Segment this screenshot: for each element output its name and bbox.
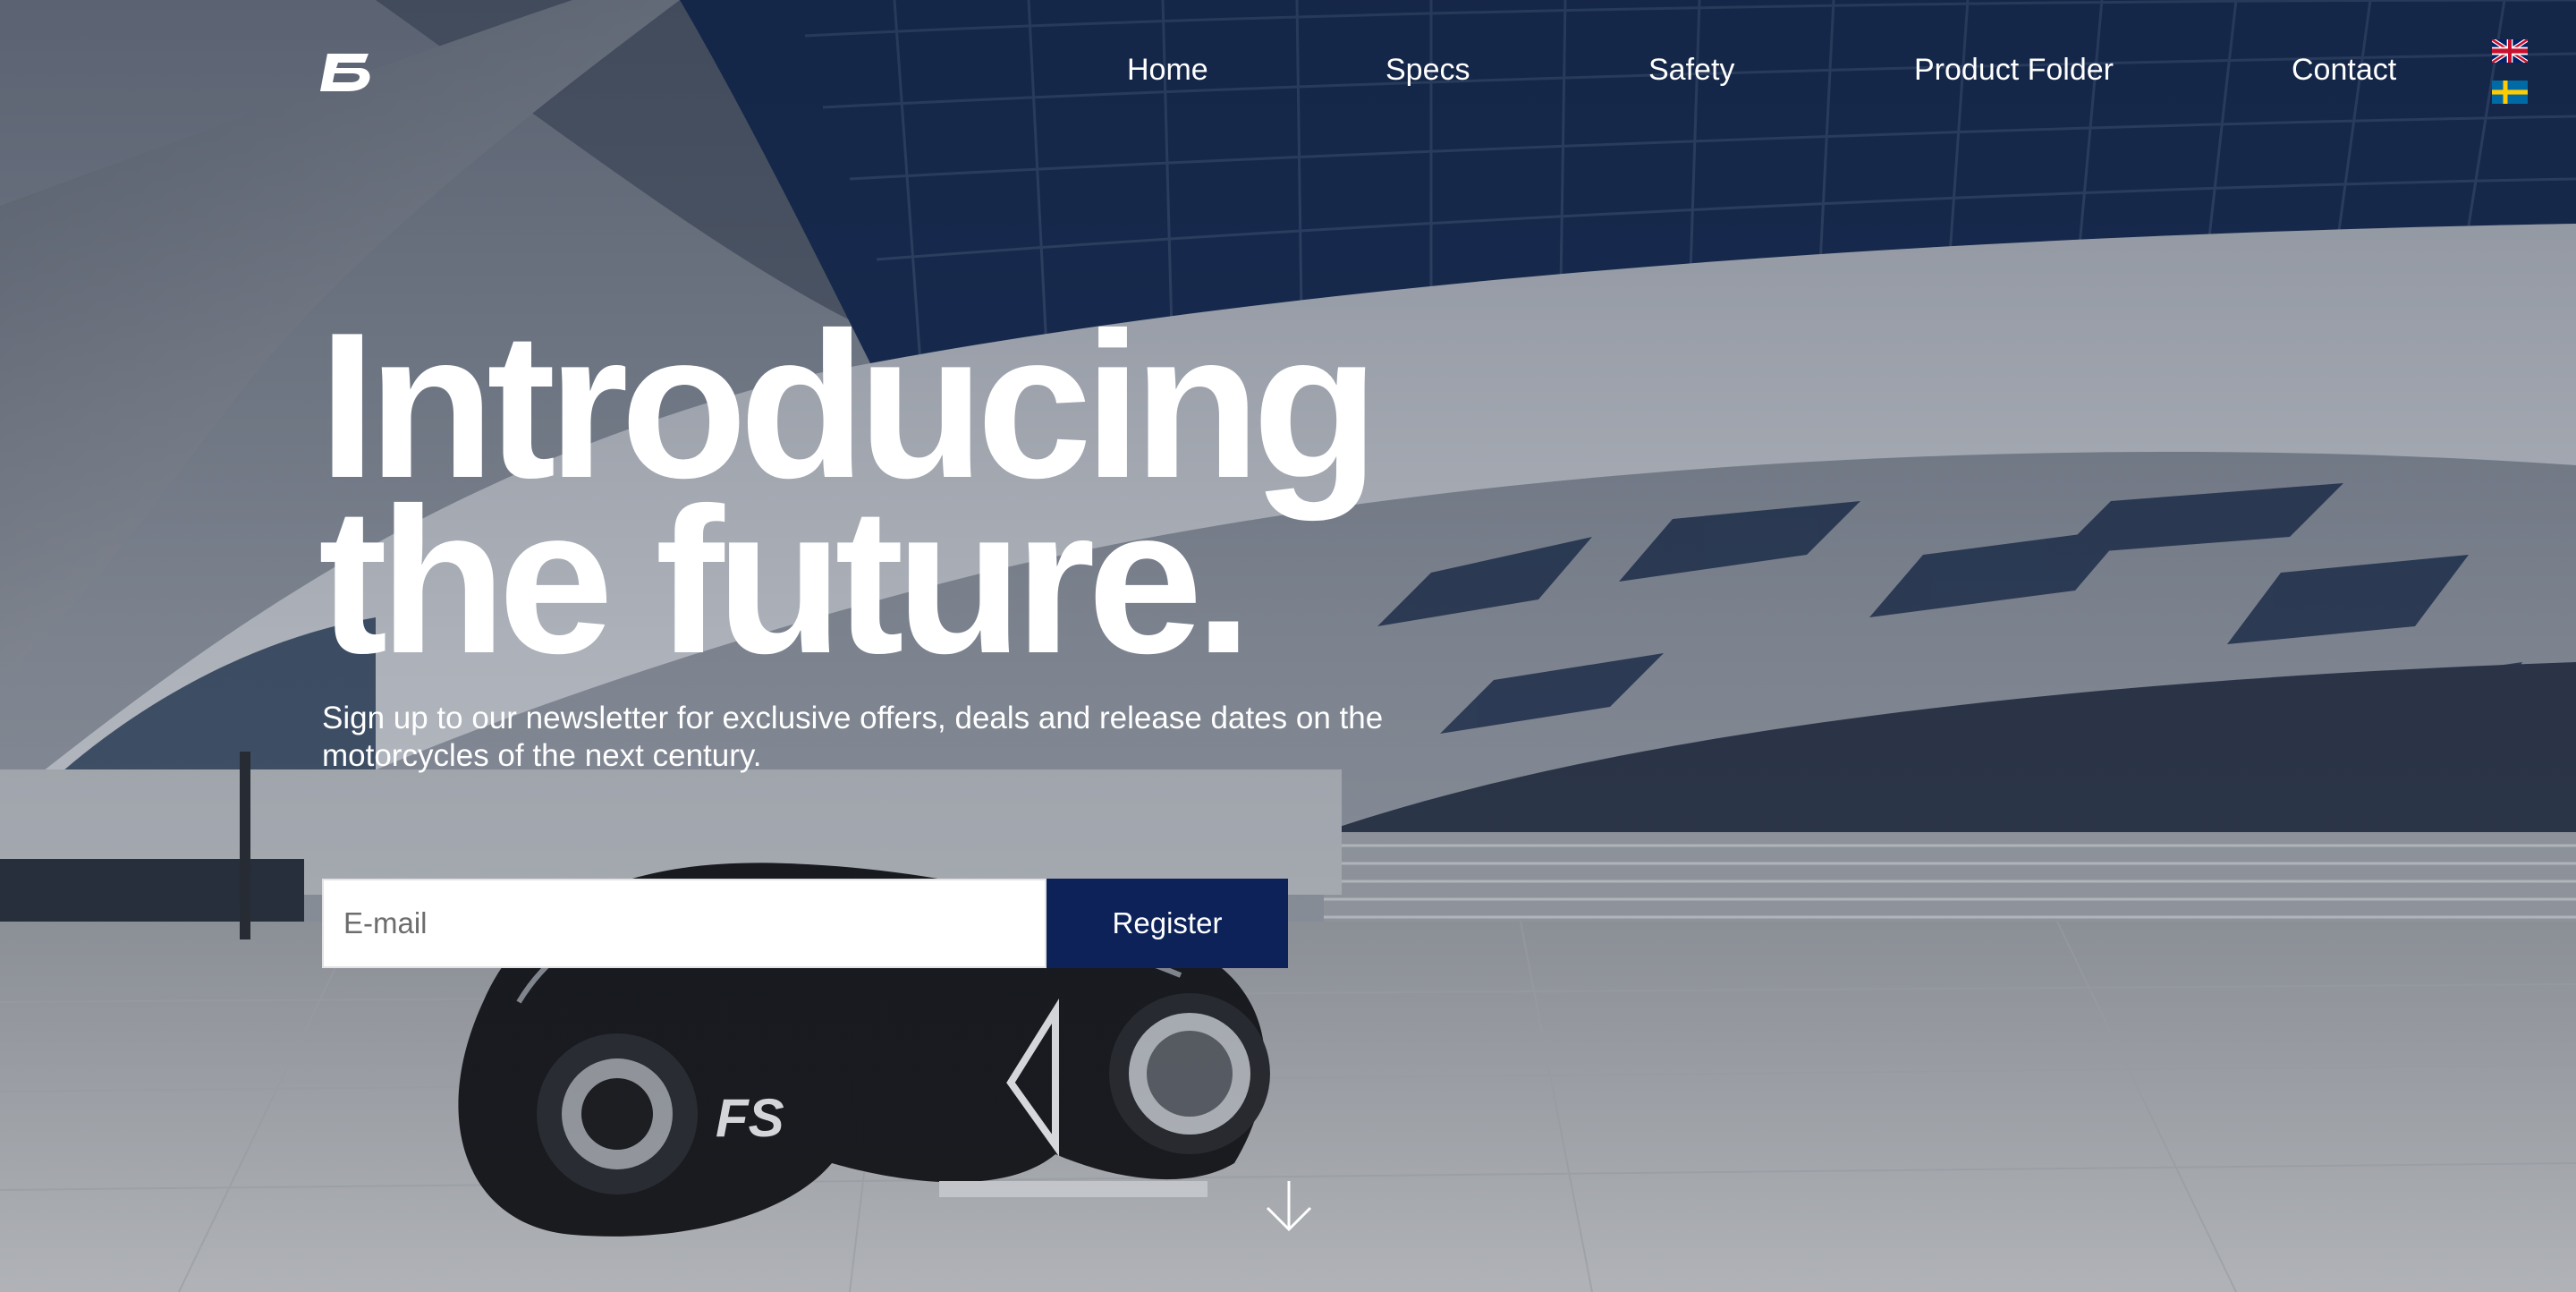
- hero-headline: Introducing the future.: [318, 302, 1379, 697]
- newsletter-signup-form: Register: [322, 879, 1288, 968]
- nav-home-link[interactable]: Home: [1127, 50, 1208, 89]
- uk-flag-icon[interactable]: [2491, 37, 2529, 65]
- nav-contact-link[interactable]: Contact: [2292, 50, 2396, 89]
- hero-headline-line-2: the future.: [318, 465, 1252, 697]
- nav-product-folder-link[interactable]: Product Folder: [1914, 50, 2114, 89]
- sweden-flag-icon[interactable]: [2492, 81, 2528, 104]
- arrow-down-icon[interactable]: [1265, 1179, 1313, 1233]
- nav-safety-link[interactable]: Safety: [1648, 50, 1734, 89]
- register-button[interactable]: Register: [1046, 879, 1288, 968]
- nav-specs-link[interactable]: Specs: [1385, 50, 1470, 89]
- hero-subtitle: Sign up to our newsletter for exclusive …: [322, 701, 1384, 773]
- email-input[interactable]: [322, 879, 1046, 968]
- main-navigation: Home Specs Safety Product Folder Contact: [0, 50, 2576, 95]
